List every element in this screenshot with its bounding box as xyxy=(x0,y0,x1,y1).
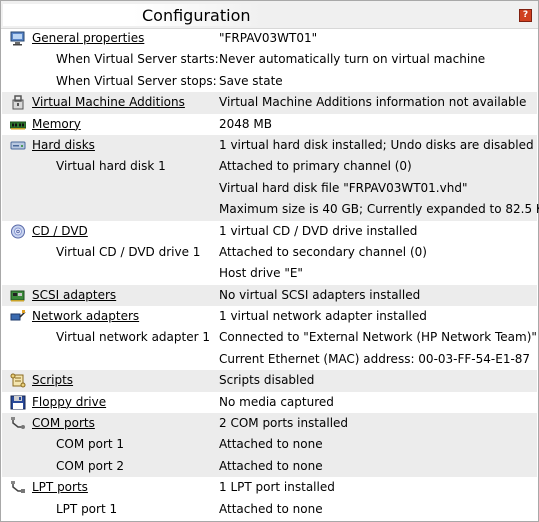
row-label: COM port 1 xyxy=(56,437,125,452)
hard-disk-icon xyxy=(10,138,26,153)
row-value: Attached to primary channel (0) xyxy=(219,159,412,174)
section-memory: Memory 2048 MB xyxy=(2,114,537,135)
row-value: 1 virtual hard disk installed; Undo disk… xyxy=(219,137,534,152)
row-label: COM port 2 xyxy=(56,458,125,473)
link-memory[interactable]: Memory xyxy=(32,117,81,131)
config-row: Virtual network adapter 1 Connected to "E… xyxy=(2,327,537,348)
row-value: Save state xyxy=(219,73,283,88)
row-value: No virtual SCSI adapters installed xyxy=(219,287,421,302)
row-label: Virtual network adapter 1 xyxy=(56,330,210,345)
section-network-adapters: Network adapters 1 virtual network adapte… xyxy=(2,306,537,370)
config-row: Hard disks 1 virtual hard disk installed;… xyxy=(2,135,537,156)
row-value: Attached to secondary channel (0) xyxy=(219,244,427,259)
row-label: When Virtual Server stops: xyxy=(56,73,217,88)
general-properties-icon xyxy=(10,31,26,46)
page-title: Configuration xyxy=(142,6,251,25)
row-label: Virtual CD / DVD drive 1 xyxy=(56,244,201,259)
config-row: COM port 1 Attached to none xyxy=(2,434,537,455)
row-value: Attached to none xyxy=(219,501,323,516)
panel-header: Configuration ? xyxy=(1,1,538,29)
config-row: Network adapters 1 virtual network adapte… xyxy=(2,306,537,327)
config-row: CD / DVD 1 virtual CD / DVD drive install… xyxy=(2,221,537,242)
vm-additions-icon xyxy=(10,95,26,110)
config-row: COM ports 2 COM ports installed xyxy=(2,413,537,434)
row-value: Host drive "E" xyxy=(219,266,303,281)
config-row: Virtual hard disk 1 Attached to primary c… xyxy=(2,156,537,177)
row-value: Maximum size is 40 GB; Currently expande… xyxy=(219,202,539,217)
config-row: Floppy drive No media captured xyxy=(2,392,537,413)
configuration-panel: Configuration ? General properties "FRPAV… xyxy=(0,0,539,522)
link-cd-dvd[interactable]: CD / DVD xyxy=(32,224,88,238)
link-com-ports[interactable]: COM ports xyxy=(32,416,95,430)
com-ports-icon xyxy=(10,416,26,431)
link-network-adapters[interactable]: Network adapters xyxy=(32,309,139,323)
lpt-ports-icon xyxy=(10,480,26,495)
section-lpt-ports: LPT ports 1 LPT port installed LPT port 1 A… xyxy=(2,477,537,520)
row-value: 1 virtual network adapter installed xyxy=(219,309,427,324)
config-row: LPT port 1 Attached to none xyxy=(2,499,537,520)
config-row: SCSI adapters No virtual SCSI adapters in… xyxy=(2,285,537,306)
config-row: Virtual Machine Additions Virtual Machine… xyxy=(2,92,537,113)
memory-icon xyxy=(9,117,27,132)
config-row: COM port 2 Attached to none xyxy=(2,456,537,477)
config-row: Scripts Scripts disabled xyxy=(2,370,537,391)
config-row: Virtual CD / DVD drive 1 Attached to seco… xyxy=(2,242,537,263)
row-value: 2 COM ports installed xyxy=(219,416,349,431)
section-cd-dvd: CD / DVD 1 virtual CD / DVD drive install… xyxy=(2,221,537,285)
link-scripts[interactable]: Scripts xyxy=(32,373,73,387)
config-row: When Virtual Server stops: Save state xyxy=(2,71,537,92)
config-row: Current Ethernet (MAC) address: 00-03-FF… xyxy=(2,349,537,370)
link-hard-disks[interactable]: Hard disks xyxy=(32,138,95,152)
link-general-properties[interactable]: General properties xyxy=(32,31,144,45)
row-label: LPT port 1 xyxy=(56,501,118,516)
row-label: When Virtual Server starts: xyxy=(56,52,219,67)
configuration-list: General properties "FRPAV03WT01" When Virt… xyxy=(2,28,539,520)
row-value: Virtual hard disk file "FRPAV03WT01.vhd" xyxy=(219,180,468,195)
config-row: Host drive "E" xyxy=(2,263,537,284)
row-value: No media captured xyxy=(219,394,334,409)
row-value: Attached to none xyxy=(219,458,323,473)
row-value: Attached to none xyxy=(219,437,323,452)
section-hard-disks: Hard disks 1 virtual hard disk installed;… xyxy=(2,134,539,221)
row-value: Virtual Machine Additions information no… xyxy=(219,95,527,110)
help-icon[interactable]: ? xyxy=(519,9,532,22)
row-value: "FRPAV03WT01" xyxy=(219,31,318,45)
scsi-adapter-icon xyxy=(10,288,26,303)
row-value: 1 virtual CD / DVD drive installed xyxy=(219,223,418,238)
section-floppy-drive: Floppy drive No media captured xyxy=(2,392,537,413)
row-value: Never automatically turn on virtual mach… xyxy=(219,52,486,67)
link-virtual-machine-additions[interactable]: Virtual Machine Additions xyxy=(32,95,185,109)
section-scripts: Scripts Scripts disabled xyxy=(2,370,537,392)
row-label: Virtual hard disk 1 xyxy=(56,159,166,174)
config-row: Memory 2048 MB xyxy=(2,114,537,135)
row-value: 1 LPT port installed xyxy=(219,480,335,495)
config-row: When Virtual Server starts: Never automat… xyxy=(2,49,537,70)
link-scsi-adapters[interactable]: SCSI adapters xyxy=(32,288,116,302)
scripts-icon xyxy=(10,373,26,388)
config-row: Maximum size is 40 GB; Currently expande… xyxy=(2,199,539,220)
row-value: 2048 MB xyxy=(219,116,272,131)
config-row: General properties "FRPAV03WT01" xyxy=(2,28,537,49)
section-com-ports: COM ports 2 COM ports installed COM port 1… xyxy=(2,413,537,478)
row-value: Connected to "External Network (HP Netwo… xyxy=(219,330,537,345)
floppy-drive-icon xyxy=(10,395,26,410)
section-scsi-adapters: SCSI adapters No virtual SCSI adapters in… xyxy=(2,284,537,307)
config-row: Virtual hard disk file "FRPAV03WT01.vhd" xyxy=(2,178,537,199)
cd-dvd-icon xyxy=(10,224,26,239)
network-adapter-icon xyxy=(10,309,26,324)
row-value: Scripts disabled xyxy=(219,373,315,388)
link-floppy-drive[interactable]: Floppy drive xyxy=(32,395,106,409)
section-virtual-machine-additions: Virtual Machine Additions Virtual Machine… xyxy=(2,92,537,114)
section-general-properties: General properties "FRPAV03WT01" When Virt… xyxy=(2,28,537,92)
link-lpt-ports[interactable]: LPT ports xyxy=(32,480,88,494)
config-row: LPT ports 1 LPT port installed xyxy=(2,477,537,498)
row-value: Current Ethernet (MAC) address: 00-03-FF… xyxy=(219,351,531,366)
